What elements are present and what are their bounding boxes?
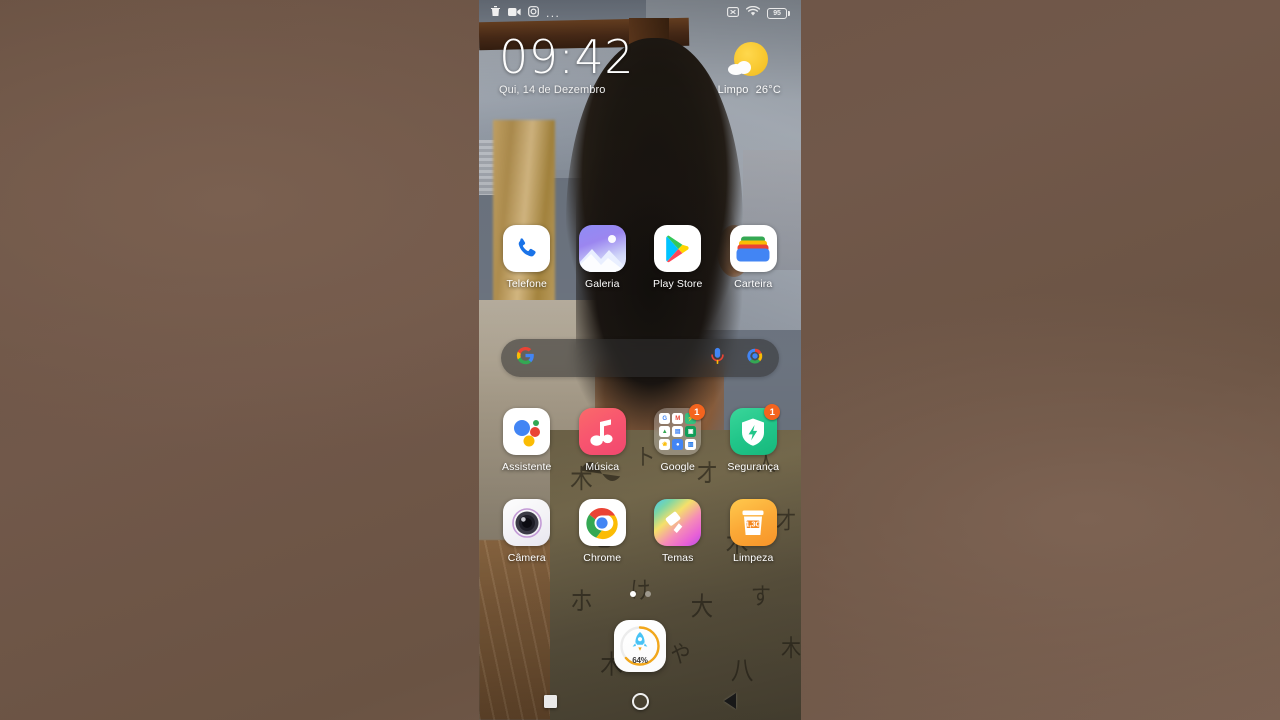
battery-indicator: 95: [767, 7, 790, 19]
folder-mini-icon: ▣: [685, 426, 697, 437]
battery-percent: 95: [773, 9, 781, 17]
folder-mini-icon: M: [672, 413, 684, 424]
app-label: Temas: [662, 552, 694, 564]
screen-capture-icon[interactable]: [528, 4, 539, 22]
sun-behind-cloud-icon: [728, 40, 770, 82]
google-lens-icon[interactable]: [746, 347, 764, 370]
home-icon[interactable]: [631, 692, 649, 710]
app-label: Assistente: [502, 461, 552, 473]
cleaner-icon[interactable]: 1,3G: [729, 499, 777, 546]
app-row-1: Telefone Galeria Play Store Carteira: [479, 225, 801, 290]
clock-weather-widget[interactable]: 09:42 Qui, 14 de Dezembro Limpo 26°C: [479, 30, 801, 114]
app-row-2: Assistente Música 1 G M ⚡ ▲ ▤ ▣ ❀ ● ▥ Go…: [479, 404, 801, 473]
video-recorder-icon[interactable]: [508, 4, 521, 22]
chrome-icon[interactable]: [578, 499, 626, 546]
gallery-icon[interactable]: [578, 225, 626, 272]
folder-mini-icon: ▤: [672, 426, 684, 437]
booster-percent: 64%: [632, 656, 648, 665]
folder-mini-icon: ▥: [685, 439, 697, 450]
app-folder-google[interactable]: 1 G M ⚡ ▲ ▤ ▣ ❀ ● ▥ Google: [647, 404, 709, 473]
app-limpeza[interactable]: 1,3G Limpeza: [722, 499, 784, 564]
app-label: Google: [660, 461, 695, 473]
app-play-store[interactable]: Play Store: [647, 225, 709, 290]
cleaner-size-text: 1,3G: [745, 518, 762, 528]
google-assistant-icon[interactable]: [503, 408, 551, 455]
weather-condition: Limpo: [717, 84, 749, 96]
app-label: Segurança: [727, 461, 780, 473]
app-label: Play Store: [653, 278, 703, 290]
phone-icon[interactable]: [503, 225, 551, 272]
app-seguranca[interactable]: 1 Segurança: [722, 404, 784, 473]
clock-block[interactable]: 09:42 Qui, 14 de Dezembro: [499, 30, 635, 96]
app-assistente[interactable]: Assistente: [496, 408, 558, 473]
app-label: Câmera: [507, 552, 546, 564]
no-sim-icon: [727, 4, 739, 22]
app-label: Galeria: [584, 278, 620, 290]
folder-mini-icon: ❀: [659, 439, 671, 450]
app-label: Telefone: [506, 278, 547, 290]
play-store-icon[interactable]: [654, 225, 702, 272]
recents-icon[interactable]: [544, 694, 558, 708]
app-label: Música: [585, 461, 620, 473]
trash-icon[interactable]: [490, 4, 501, 22]
google-g-icon[interactable]: [516, 346, 535, 370]
booster-widget[interactable]: 64%: [614, 620, 666, 672]
app-temas[interactable]: Temas: [647, 499, 709, 564]
themes-icon[interactable]: [654, 499, 702, 546]
page-dot-1[interactable]: [629, 591, 636, 597]
microphone-icon[interactable]: [709, 347, 726, 370]
app-label: Limpeza: [733, 552, 774, 564]
weather-block[interactable]: Limpo 26°C: [718, 34, 781, 96]
app-camera[interactable]: Câmera: [496, 499, 558, 564]
clock-date: Qui, 14 de Dezembro: [499, 83, 606, 96]
folder-mini-icon: ●: [672, 439, 684, 450]
status-bar: ... 95: [479, 0, 801, 26]
wallet-icon[interactable]: [729, 225, 777, 272]
page-indicator: [479, 591, 801, 597]
clock-time: 09:42: [499, 30, 635, 84]
app-label: Chrome: [583, 552, 622, 564]
weather-temperature: 26°C: [755, 84, 781, 96]
google-search-bar[interactable]: [501, 339, 779, 377]
app-chrome[interactable]: Chrome: [571, 499, 633, 564]
folder-mini-icon: ▲: [659, 426, 671, 437]
badge-count: 1: [688, 404, 705, 420]
navigation-bar: [479, 682, 801, 720]
folder-mini-icon: G: [659, 413, 671, 424]
app-row-3: Câmera Chrome Temas 1,3G Limpeza: [479, 499, 801, 564]
music-icon[interactable]: [578, 408, 626, 455]
dock: 64%: [479, 620, 801, 672]
more-options-icon[interactable]: ...: [546, 7, 560, 19]
app-carteira[interactable]: Carteira: [722, 225, 784, 290]
page-dot-2[interactable]: [644, 591, 651, 597]
app-telefone[interactable]: Telefone: [496, 225, 558, 290]
video-player-stage: 木 ト オ 人 七 ふ 木 才 ホ け 大 す 木 や 八 木: [0, 0, 1280, 720]
app-musica[interactable]: Música: [571, 408, 633, 473]
phone-screen: 木 ト オ 人 七 ふ 木 才 ホ け 大 す 木 や 八 木: [479, 0, 801, 720]
camera-icon[interactable]: [503, 499, 551, 546]
back-icon[interactable]: [723, 693, 736, 709]
wifi-icon: [746, 4, 760, 22]
badge-count: 1: [764, 404, 781, 420]
app-label: Carteira: [734, 278, 773, 290]
app-galeria[interactable]: Galeria: [571, 225, 633, 290]
